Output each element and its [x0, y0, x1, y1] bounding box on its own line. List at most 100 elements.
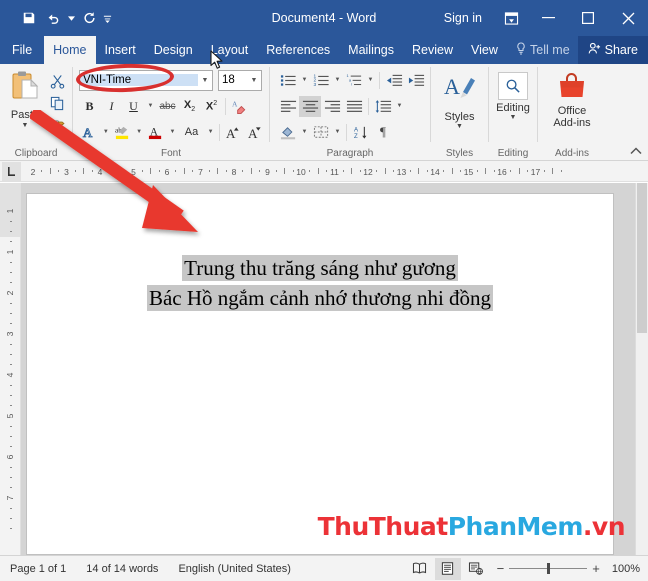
multilevel-list-caret-icon[interactable]: ▼ — [365, 77, 376, 83]
change-case-caret-icon[interactable]: ▼ — [205, 129, 216, 135]
vertical-ruler[interactable]: 1 1 2 3 4 5 6 7 — [0, 183, 21, 555]
zoom-out-button[interactable]: − — [497, 562, 505, 575]
tab-insert[interactable]: Insert — [96, 36, 145, 64]
save-icon[interactable] — [18, 7, 40, 29]
text-highlight-color-icon[interactable]: ab — [112, 122, 133, 143]
undo-dropdown-caret-icon[interactable] — [66, 7, 76, 29]
tab-references[interactable]: References — [257, 36, 339, 64]
font-size-combo[interactable]: 18 ▼ — [218, 69, 262, 91]
bold-button[interactable]: B — [79, 96, 100, 117]
shrink-font-icon[interactable]: A — [244, 122, 265, 143]
document-line-2[interactable]: Bác Hồ ngắm cảnh nhớ thương nhi đồng — [27, 284, 613, 314]
font-name-combo[interactable]: VNI-Time ▼ — [79, 69, 213, 91]
show-formatting-marks-icon[interactable]: ¶ — [372, 122, 394, 143]
office-addins-button[interactable]: Office Add-ins — [542, 68, 602, 129]
line-spacing-caret-icon[interactable]: ▼ — [394, 103, 405, 109]
clear-formatting-icon[interactable]: A — [229, 96, 250, 117]
borders-icon[interactable] — [310, 122, 332, 143]
underline-dropdown-caret-icon[interactable]: ▼ — [145, 103, 156, 109]
styles-dropdown-caret-icon[interactable]: ▼ — [456, 123, 463, 131]
zoom-level[interactable]: 100% — [608, 563, 640, 575]
ruler-minor-tick — [384, 167, 386, 174]
cut-icon[interactable] — [46, 71, 68, 91]
align-center-icon[interactable] — [299, 95, 321, 117]
web-layout-icon[interactable] — [463, 558, 489, 580]
sort-icon[interactable]: AZ — [350, 122, 372, 143]
font-color-caret-icon[interactable]: ▼ — [167, 129, 178, 135]
font-name-dropdown-caret-icon[interactable]: ▼ — [198, 77, 212, 84]
document-page[interactable]: Trung thu trăng sáng như gương Bác Hồ ng… — [27, 194, 613, 554]
numbering-icon[interactable]: 123 — [310, 70, 332, 91]
editing-dropdown-caret-icon[interactable]: ▼ — [510, 114, 517, 122]
copy-icon[interactable] — [46, 93, 68, 113]
page-indicator[interactable]: Page 1 of 1 — [0, 563, 76, 575]
justify-icon[interactable] — [343, 96, 365, 117]
styles-button[interactable]: A Styles ▼ — [435, 68, 484, 131]
close-icon[interactable] — [608, 0, 648, 36]
maximize-icon[interactable] — [568, 0, 608, 36]
borders-caret-icon[interactable]: ▼ — [332, 129, 343, 135]
decrease-indent-icon[interactable] — [383, 70, 405, 91]
tab-mailings[interactable]: Mailings — [339, 36, 403, 64]
undo-icon[interactable] — [42, 7, 64, 29]
italic-button[interactable]: I — [101, 96, 122, 117]
tab-layout[interactable]: Layout — [202, 36, 258, 64]
tab-home[interactable]: Home — [44, 36, 96, 64]
tell-me-button[interactable]: Tell me — [508, 42, 578, 58]
strikethrough-button[interactable]: abc — [157, 96, 178, 117]
bullets-icon[interactable] — [277, 70, 299, 91]
document-text[interactable]: Trung thu trăng sáng như gương Bác Hồ ng… — [27, 194, 613, 314]
zoom-handle[interactable] — [547, 563, 551, 574]
vertical-ruler-tick-label: 7 — [5, 495, 15, 501]
customize-qat-icon[interactable] — [102, 7, 112, 29]
redo-icon[interactable] — [78, 7, 100, 29]
font-color-icon[interactable]: A — [146, 122, 167, 143]
paste-button[interactable]: Paste ▼ — [4, 68, 46, 129]
print-layout-icon[interactable] — [434, 557, 461, 580]
superscript-button[interactable]: X2 — [201, 96, 222, 117]
align-right-icon[interactable] — [321, 96, 343, 117]
text-effects-caret-icon[interactable]: ▼ — [101, 129, 112, 135]
subscript-button[interactable]: X2 — [179, 96, 200, 117]
tab-design[interactable]: Design — [145, 36, 202, 64]
left-tab-stop-icon[interactable] — [2, 161, 21, 181]
read-mode-icon[interactable] — [407, 558, 433, 580]
zoom-slider[interactable]: − + — [491, 562, 606, 575]
ruler-minor-tick — [183, 167, 185, 174]
change-case-icon[interactable]: Aa — [179, 122, 204, 143]
share-button[interactable]: Share — [577, 36, 648, 64]
sign-in-button[interactable]: Sign in — [432, 11, 494, 25]
ribbon-display-options-icon[interactable] — [494, 0, 528, 36]
underline-button[interactable]: U — [123, 96, 144, 117]
shading-icon[interactable] — [277, 122, 299, 143]
scrollbar-thumb[interactable] — [637, 183, 647, 333]
line-spacing-icon[interactable] — [372, 96, 394, 117]
text-highlight-caret-icon[interactable]: ▼ — [134, 129, 145, 135]
minimize-icon[interactable] — [528, 0, 568, 36]
vertical-scrollbar[interactable] — [635, 183, 648, 555]
numbering-caret-icon[interactable]: ▼ — [332, 77, 343, 83]
document-line-1[interactable]: Trung thu trăng sáng như gương — [27, 254, 613, 284]
editing-button[interactable]: Editing ▼ — [493, 68, 533, 122]
zoom-track[interactable] — [509, 563, 588, 574]
tab-view[interactable]: View — [462, 36, 507, 64]
tab-file[interactable]: File — [0, 36, 44, 64]
paste-dropdown-caret-icon[interactable]: ▼ — [22, 122, 29, 129]
zoom-in-button[interactable]: + — [592, 562, 600, 575]
format-painter-icon[interactable] — [46, 115, 68, 135]
svg-text:A: A — [226, 126, 236, 140]
collapse-ribbon-icon[interactable] — [630, 146, 642, 158]
font-size-dropdown-caret-icon[interactable]: ▼ — [247, 77, 261, 84]
word-count[interactable]: 14 of 14 words — [76, 563, 168, 575]
bullets-caret-icon[interactable]: ▼ — [299, 77, 310, 83]
tab-review[interactable]: Review — [403, 36, 462, 64]
svg-text:A: A — [444, 74, 460, 99]
shading-caret-icon[interactable]: ▼ — [299, 129, 310, 135]
align-left-icon[interactable] — [277, 96, 299, 117]
grow-font-icon[interactable]: A — [223, 122, 244, 143]
multilevel-list-icon[interactable]: 1ai — [343, 70, 365, 91]
horizontal-ruler[interactable]: 2 3 4 5 6 7 8 9 10 11 12 13 14 15 16 17 — [0, 161, 648, 182]
text-effects-icon[interactable]: A — [79, 122, 100, 143]
increase-indent-icon[interactable] — [405, 70, 427, 91]
language-indicator[interactable]: English (United States) — [168, 563, 301, 575]
